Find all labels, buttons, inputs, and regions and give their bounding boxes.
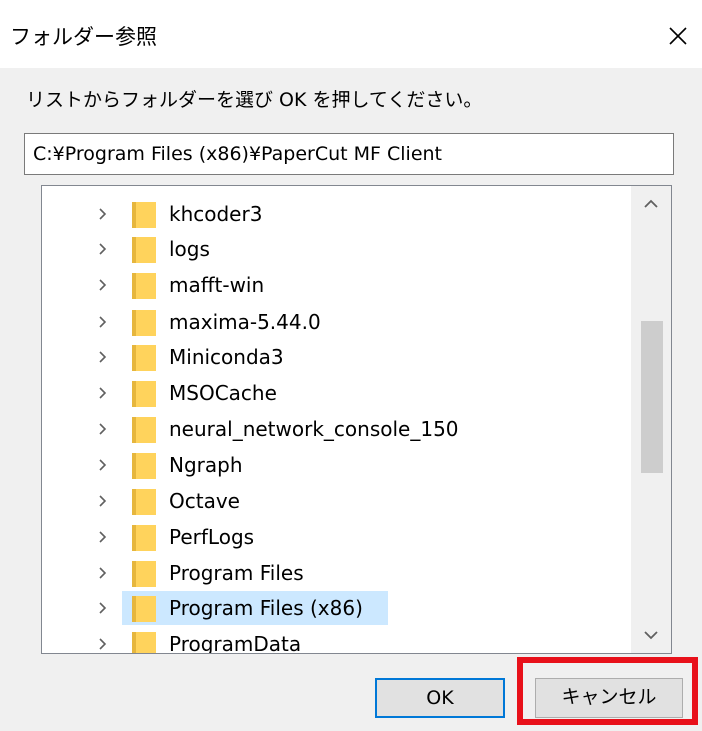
tree-item-label: MSOCache bbox=[169, 381, 277, 405]
chevron-right-icon[interactable] bbox=[96, 530, 110, 544]
scroll-up-button[interactable] bbox=[631, 186, 671, 220]
chevron-right-icon[interactable] bbox=[96, 601, 110, 615]
chevron-right-icon[interactable] bbox=[96, 566, 110, 580]
chevron-right-icon[interactable] bbox=[96, 637, 110, 651]
ok-button[interactable]: OK bbox=[375, 678, 505, 718]
tree-item-label: khcoder3 bbox=[169, 202, 263, 226]
tree-item[interactable]: Miniconda3 bbox=[42, 339, 642, 375]
folder-path-field[interactable]: C:¥Program Files (x86)¥PaperCut MF Clien… bbox=[24, 133, 674, 175]
chevron-right-icon[interactable] bbox=[96, 458, 110, 472]
tree-item[interactable]: maxima-5.44.0 bbox=[42, 304, 642, 340]
tree-item[interactable]: Program Files (x86) bbox=[42, 590, 642, 626]
tree-item[interactable]: mafft-win bbox=[42, 267, 642, 303]
folder-icon bbox=[132, 525, 156, 551]
tree-item[interactable]: neural_network_console_150 bbox=[42, 411, 642, 447]
tree-item[interactable]: PerfLogs bbox=[42, 519, 642, 555]
folder-icon bbox=[132, 596, 156, 622]
instruction-text: リストからフォルダーを選び OK を押してください。 bbox=[26, 89, 483, 111]
tree-item-label: logs bbox=[169, 237, 210, 261]
chevron-right-icon[interactable] bbox=[96, 242, 110, 256]
tree-item-label: mafft-win bbox=[169, 273, 265, 297]
tree-item[interactable]: logs bbox=[42, 231, 642, 267]
tree-item[interactable]: Octave bbox=[42, 483, 642, 519]
folder-icon bbox=[132, 381, 156, 407]
folder-icon bbox=[132, 237, 156, 263]
folder-icon bbox=[132, 561, 156, 587]
tree-item-label: Program Files (x86) bbox=[169, 596, 363, 620]
cancel-button[interactable]: キャンセル bbox=[535, 678, 683, 718]
tree-item-label: Miniconda3 bbox=[169, 345, 284, 369]
tree-item-label: PerfLogs bbox=[169, 525, 255, 549]
vertical-scrollbar[interactable] bbox=[631, 186, 671, 653]
chevron-up-icon bbox=[644, 199, 658, 208]
folder-tree[interactable]: khcoder3 logs mafft-win maxima-5.44.0 Minico… bbox=[41, 185, 672, 654]
tree-item-label: Octave bbox=[169, 489, 240, 513]
tree-item-label: ProgramData bbox=[169, 632, 302, 654]
folder-icon bbox=[132, 453, 156, 479]
title-bar: フォルダー参照 bbox=[0, 0, 702, 68]
tree-item-label: Ngraph bbox=[169, 453, 243, 477]
folder-icon bbox=[132, 489, 156, 515]
chevron-down-icon bbox=[644, 631, 658, 640]
close-icon bbox=[669, 27, 687, 45]
tree-item-label: Program Files bbox=[169, 561, 304, 585]
chevron-right-icon[interactable] bbox=[96, 278, 110, 292]
chevron-right-icon[interactable] bbox=[96, 494, 110, 508]
dialog-title: フォルダー参照 bbox=[10, 25, 157, 49]
folder-icon bbox=[132, 632, 156, 653]
chevron-right-icon[interactable] bbox=[96, 207, 110, 221]
chevron-right-icon[interactable] bbox=[96, 422, 110, 436]
tree-item[interactable]: Ngraph bbox=[42, 447, 642, 483]
folder-icon bbox=[132, 345, 156, 371]
tree-item-label: neural_network_console_150 bbox=[169, 417, 459, 441]
tree-item[interactable]: Program Files bbox=[42, 555, 642, 591]
chevron-right-icon[interactable] bbox=[96, 350, 110, 364]
folder-icon bbox=[132, 273, 156, 299]
chevron-right-icon[interactable] bbox=[96, 315, 110, 329]
chevron-right-icon[interactable] bbox=[96, 386, 110, 400]
scroll-down-button[interactable] bbox=[631, 619, 671, 653]
tree-item[interactable]: ProgramData bbox=[42, 626, 642, 654]
folder-icon bbox=[132, 417, 156, 443]
tree-item[interactable]: MSOCache bbox=[42, 375, 642, 411]
tree-item[interactable]: khcoder3 bbox=[42, 196, 642, 232]
close-button[interactable] bbox=[654, 14, 702, 58]
folder-icon bbox=[132, 310, 156, 336]
scroll-thumb[interactable] bbox=[641, 321, 663, 473]
folder-browse-dialog: フォルダー参照 リストからフォルダーを選び OK を押してください。 C:¥Pr… bbox=[0, 0, 702, 731]
folder-icon bbox=[132, 202, 156, 228]
tree-item-label: maxima-5.44.0 bbox=[169, 310, 321, 334]
